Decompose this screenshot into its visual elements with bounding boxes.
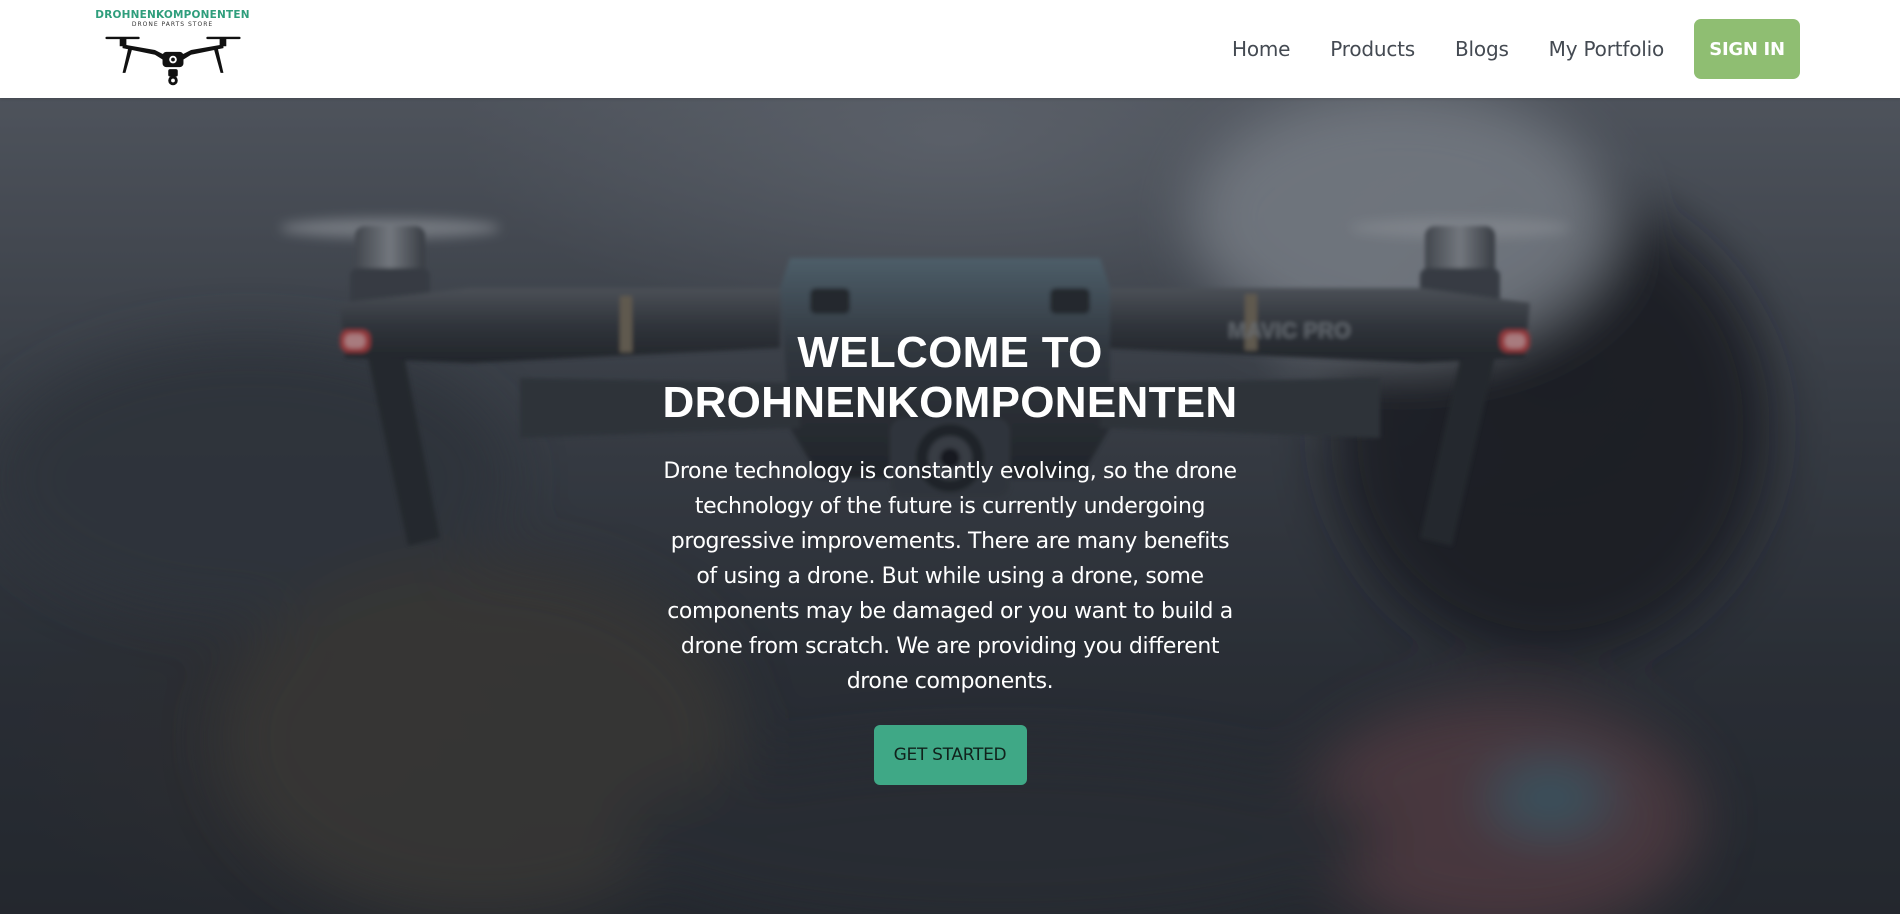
brand-name: DROHNENKOMPONENTEN bbox=[95, 9, 250, 21]
hero-description: Drone technology is constantly evolving,… bbox=[663, 459, 1237, 694]
brand-tagline: DRONE PARTS STORE bbox=[131, 21, 214, 28]
get-started-button[interactable]: GET STARTED bbox=[873, 725, 1027, 785]
hero-title-line-2: DROHNENKOMPONENTEN bbox=[662, 378, 1238, 427]
nav-products[interactable]: Products bbox=[1330, 37, 1415, 61]
hero-title-line-1: WELCOME TO bbox=[797, 328, 1103, 377]
hero-section: MAVIC PRO WELCOME TO DROHNENKOMPONENTEN … bbox=[0, 98, 1900, 914]
nav-home[interactable]: Home bbox=[1232, 37, 1290, 61]
drone-logo-icon bbox=[104, 36, 241, 86]
hero-content: WELCOME TO DROHNENKOMPONENTEN Drone tech… bbox=[650, 328, 1250, 785]
sign-in-button[interactable]: SIGN IN bbox=[1694, 19, 1800, 79]
navbar: DROHNENKOMPONENTEN DRONE PARTS STORE Hom… bbox=[0, 0, 1900, 98]
nav-blogs[interactable]: Blogs bbox=[1455, 37, 1509, 61]
brand-logo[interactable]: DROHNENKOMPONENTEN DRONE PARTS STORE bbox=[95, 6, 250, 90]
main-nav: Home Products Blogs My Portfolio bbox=[1232, 0, 1664, 98]
hero-title: WELCOME TO DROHNENKOMPONENTEN bbox=[663, 328, 1238, 428]
nav-my-portfolio[interactable]: My Portfolio bbox=[1549, 37, 1665, 61]
